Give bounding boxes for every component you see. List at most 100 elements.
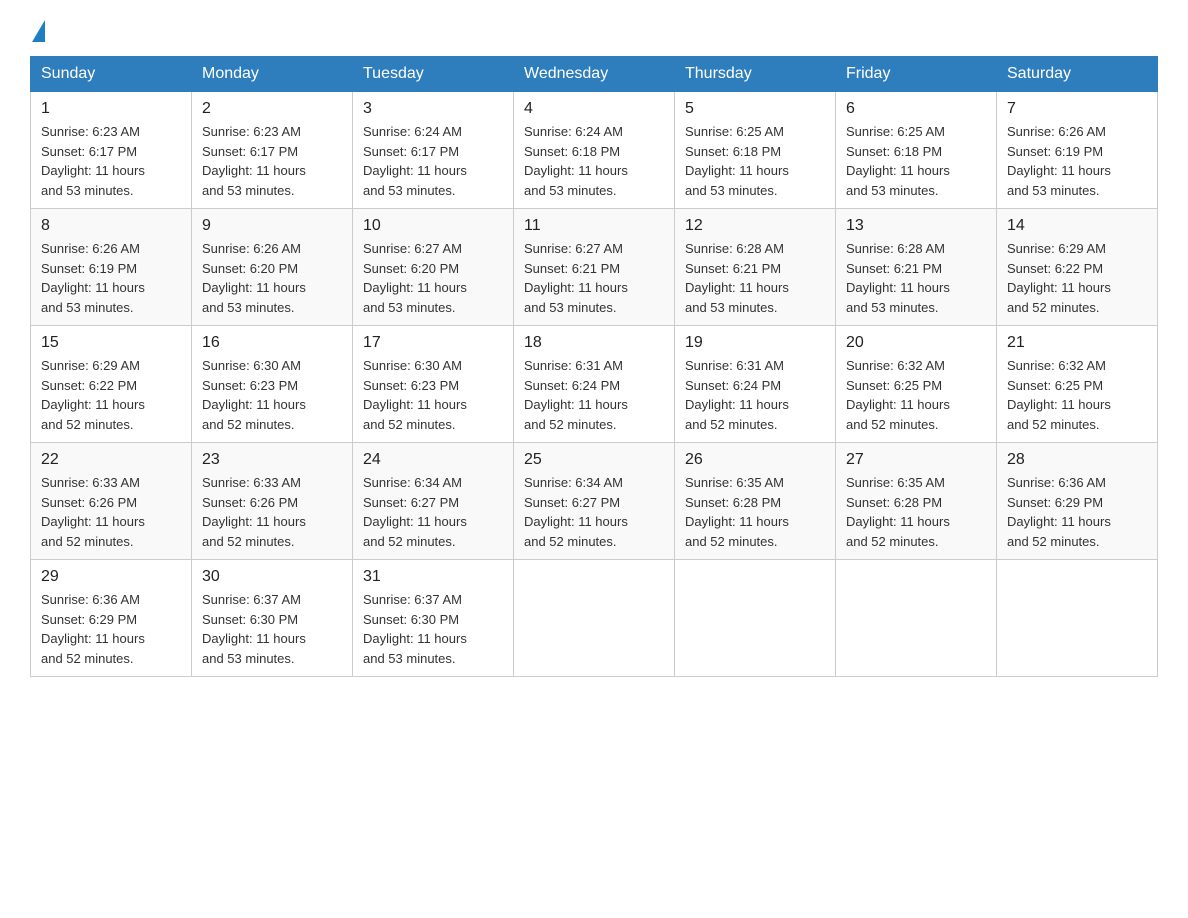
day-info: Sunrise: 6:34 AMSunset: 6:27 PMDaylight:…: [524, 473, 664, 551]
day-info: Sunrise: 6:23 AMSunset: 6:17 PMDaylight:…: [202, 122, 342, 200]
calendar-week-row: 29 Sunrise: 6:36 AMSunset: 6:29 PMDayligh…: [31, 560, 1158, 677]
calendar-cell: 2 Sunrise: 6:23 AMSunset: 6:17 PMDaylight…: [192, 92, 353, 209]
calendar-cell: 25 Sunrise: 6:34 AMSunset: 6:27 PMDayligh…: [514, 443, 675, 560]
calendar-cell: 8 Sunrise: 6:26 AMSunset: 6:19 PMDaylight…: [31, 209, 192, 326]
calendar-cell: [836, 560, 997, 677]
day-info: Sunrise: 6:26 AMSunset: 6:19 PMDaylight:…: [41, 239, 181, 317]
day-header-wednesday: Wednesday: [514, 57, 675, 92]
calendar-cell: 10Sunrise: 6:27 AMSunset: 6:20 PMDayligh…: [353, 209, 514, 326]
day-number: 19: [685, 334, 825, 352]
day-number: 13: [846, 217, 986, 235]
day-number: 12: [685, 217, 825, 235]
day-number: 3: [363, 100, 503, 118]
day-info: Sunrise: 6:37 AMSunset: 6:30 PMDaylight:…: [202, 590, 342, 668]
calendar-cell: 6Sunrise: 6:25 AMSunset: 6:18 PMDaylight…: [836, 92, 997, 209]
calendar-week-row: 1 Sunrise: 6:23 AMSunset: 6:17 PMDaylight…: [31, 92, 1158, 209]
logo: [30, 20, 45, 38]
calendar-table: SundayMondayTuesdayWednesdayThursdayFrid…: [30, 56, 1158, 677]
calendar-cell: 16 Sunrise: 6:30 AMSunset: 6:23 PMDayligh…: [192, 326, 353, 443]
day-header-sunday: Sunday: [31, 57, 192, 92]
day-info: Sunrise: 6:34 AMSunset: 6:27 PMDaylight:…: [363, 473, 503, 551]
day-number: 24: [363, 451, 503, 469]
day-info: Sunrise: 6:30 AMSunset: 6:23 PMDaylight:…: [363, 356, 503, 434]
day-info: Sunrise: 6:26 AMSunset: 6:20 PMDaylight:…: [202, 239, 342, 317]
day-info: Sunrise: 6:33 AMSunset: 6:26 PMDaylight:…: [41, 473, 181, 551]
day-header-monday: Monday: [192, 57, 353, 92]
calendar-cell: [675, 560, 836, 677]
calendar-cell: [997, 560, 1158, 677]
day-number: 31: [363, 568, 503, 586]
day-info: Sunrise: 6:32 AMSunset: 6:25 PMDaylight:…: [1007, 356, 1147, 434]
day-number: 1: [41, 100, 181, 118]
day-info: Sunrise: 6:26 AMSunset: 6:19 PMDaylight:…: [1007, 122, 1147, 200]
day-number: 5: [685, 100, 825, 118]
calendar-cell: 22 Sunrise: 6:33 AMSunset: 6:26 PMDayligh…: [31, 443, 192, 560]
calendar-cell: [514, 560, 675, 677]
calendar-cell: 18Sunrise: 6:31 AMSunset: 6:24 PMDayligh…: [514, 326, 675, 443]
calendar-cell: 5 Sunrise: 6:25 AMSunset: 6:18 PMDaylight…: [675, 92, 836, 209]
day-number: 7: [1007, 100, 1147, 118]
day-number: 28: [1007, 451, 1147, 469]
day-info: Sunrise: 6:23 AMSunset: 6:17 PMDaylight:…: [41, 122, 181, 200]
calendar-week-row: 8 Sunrise: 6:26 AMSunset: 6:19 PMDaylight…: [31, 209, 1158, 326]
calendar-cell: 27Sunrise: 6:35 AMSunset: 6:28 PMDayligh…: [836, 443, 997, 560]
day-number: 9: [202, 217, 342, 235]
day-info: Sunrise: 6:33 AMSunset: 6:26 PMDaylight:…: [202, 473, 342, 551]
calendar-cell: 4 Sunrise: 6:24 AMSunset: 6:18 PMDaylight…: [514, 92, 675, 209]
calendar-week-row: 15 Sunrise: 6:29 AMSunset: 6:22 PMDayligh…: [31, 326, 1158, 443]
day-info: Sunrise: 6:35 AMSunset: 6:28 PMDaylight:…: [846, 473, 986, 551]
calendar-cell: 19 Sunrise: 6:31 AMSunset: 6:24 PMDayligh…: [675, 326, 836, 443]
day-number: 8: [41, 217, 181, 235]
day-number: 20: [846, 334, 986, 352]
day-number: 6: [846, 100, 986, 118]
day-info: Sunrise: 6:29 AMSunset: 6:22 PMDaylight:…: [1007, 239, 1147, 317]
day-info: Sunrise: 6:31 AMSunset: 6:24 PMDaylight:…: [685, 356, 825, 434]
day-info: Sunrise: 6:36 AMSunset: 6:29 PMDaylight:…: [1007, 473, 1147, 551]
day-number: 17: [363, 334, 503, 352]
calendar-cell: 20 Sunrise: 6:32 AMSunset: 6:25 PMDayligh…: [836, 326, 997, 443]
calendar-cell: 31 Sunrise: 6:37 AMSunset: 6:30 PMDayligh…: [353, 560, 514, 677]
day-info: Sunrise: 6:28 AMSunset: 6:21 PMDaylight:…: [846, 239, 986, 317]
calendar-cell: 29 Sunrise: 6:36 AMSunset: 6:29 PMDayligh…: [31, 560, 192, 677]
day-number: 22: [41, 451, 181, 469]
day-info: Sunrise: 6:28 AMSunset: 6:21 PMDaylight:…: [685, 239, 825, 317]
calendar-cell: 11Sunrise: 6:27 AMSunset: 6:21 PMDayligh…: [514, 209, 675, 326]
day-info: Sunrise: 6:24 AMSunset: 6:17 PMDaylight:…: [363, 122, 503, 200]
day-info: Sunrise: 6:29 AMSunset: 6:22 PMDaylight:…: [41, 356, 181, 434]
day-header-saturday: Saturday: [997, 57, 1158, 92]
day-number: 10: [363, 217, 503, 235]
day-info: Sunrise: 6:25 AMSunset: 6:18 PMDaylight:…: [685, 122, 825, 200]
calendar-cell: 21Sunrise: 6:32 AMSunset: 6:25 PMDayligh…: [997, 326, 1158, 443]
day-number: 16: [202, 334, 342, 352]
day-number: 25: [524, 451, 664, 469]
calendar-cell: 3 Sunrise: 6:24 AMSunset: 6:17 PMDaylight…: [353, 92, 514, 209]
day-info: Sunrise: 6:24 AMSunset: 6:18 PMDaylight:…: [524, 122, 664, 200]
day-number: 18: [524, 334, 664, 352]
day-info: Sunrise: 6:36 AMSunset: 6:29 PMDaylight:…: [41, 590, 181, 668]
calendar-cell: 12 Sunrise: 6:28 AMSunset: 6:21 PMDayligh…: [675, 209, 836, 326]
day-number: 29: [41, 568, 181, 586]
calendar-cell: 15 Sunrise: 6:29 AMSunset: 6:22 PMDayligh…: [31, 326, 192, 443]
calendar-week-row: 22 Sunrise: 6:33 AMSunset: 6:26 PMDayligh…: [31, 443, 1158, 560]
calendar-cell: 13 Sunrise: 6:28 AMSunset: 6:21 PMDayligh…: [836, 209, 997, 326]
calendar-cell: 14Sunrise: 6:29 AMSunset: 6:22 PMDayligh…: [997, 209, 1158, 326]
day-info: Sunrise: 6:37 AMSunset: 6:30 PMDaylight:…: [363, 590, 503, 668]
day-info: Sunrise: 6:30 AMSunset: 6:23 PMDaylight:…: [202, 356, 342, 434]
day-header-friday: Friday: [836, 57, 997, 92]
logo-arrow-icon: [32, 20, 45, 42]
calendar-cell: 1 Sunrise: 6:23 AMSunset: 6:17 PMDaylight…: [31, 92, 192, 209]
calendar-cell: 17 Sunrise: 6:30 AMSunset: 6:23 PMDayligh…: [353, 326, 514, 443]
day-info: Sunrise: 6:32 AMSunset: 6:25 PMDaylight:…: [846, 356, 986, 434]
day-number: 26: [685, 451, 825, 469]
day-header-thursday: Thursday: [675, 57, 836, 92]
calendar-cell: 9 Sunrise: 6:26 AMSunset: 6:20 PMDaylight…: [192, 209, 353, 326]
day-number: 4: [524, 100, 664, 118]
calendar-cell: 28 Sunrise: 6:36 AMSunset: 6:29 PMDayligh…: [997, 443, 1158, 560]
day-number: 15: [41, 334, 181, 352]
day-number: 2: [202, 100, 342, 118]
day-number: 11: [524, 217, 664, 235]
calendar-cell: 24 Sunrise: 6:34 AMSunset: 6:27 PMDayligh…: [353, 443, 514, 560]
calendar-cell: 7 Sunrise: 6:26 AMSunset: 6:19 PMDaylight…: [997, 92, 1158, 209]
day-number: 23: [202, 451, 342, 469]
calendar-cell: 30Sunrise: 6:37 AMSunset: 6:30 PMDayligh…: [192, 560, 353, 677]
